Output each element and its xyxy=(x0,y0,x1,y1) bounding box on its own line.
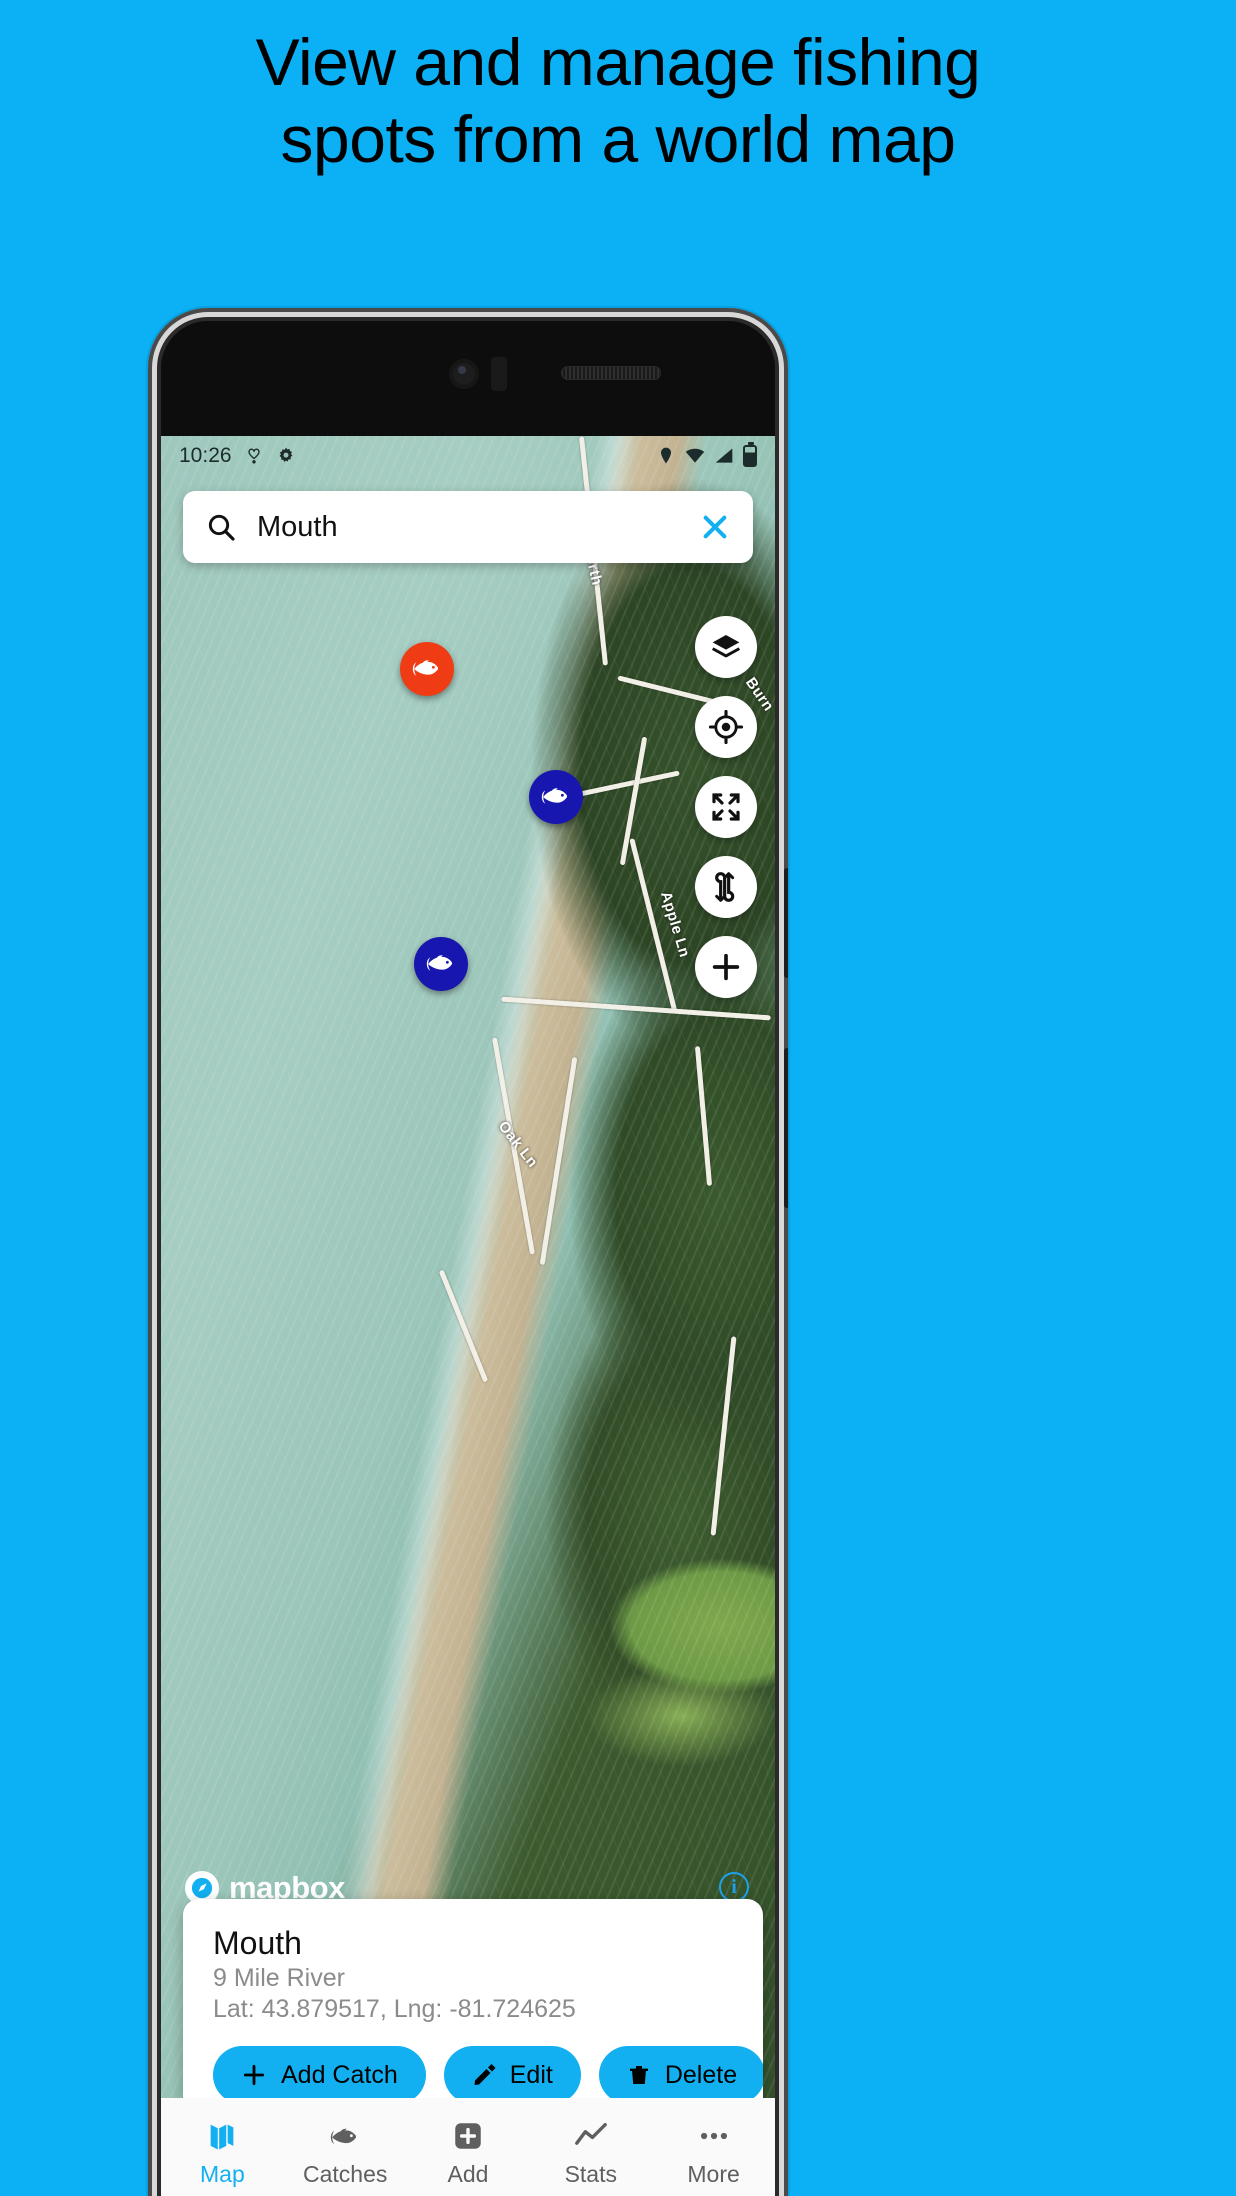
map-road xyxy=(539,1056,578,1266)
route-icon xyxy=(715,872,735,902)
edit-button[interactable]: Edit xyxy=(443,2046,581,2104)
crosshair-icon xyxy=(709,710,743,744)
edit-label: Edit xyxy=(509,2060,553,2089)
expand-icon xyxy=(712,793,740,821)
gear-icon xyxy=(279,447,292,462)
nav-item-stats[interactable]: Stats xyxy=(529,2119,652,2188)
fish-icon xyxy=(426,955,453,971)
spot-title: Mouth xyxy=(213,1925,302,1961)
trash-icon xyxy=(629,2066,648,2084)
add-spot-button[interactable] xyxy=(695,936,757,998)
track-route-button[interactable] xyxy=(695,856,757,918)
road-label: Apple Ln xyxy=(656,889,694,960)
delete-label: Delete xyxy=(664,2060,738,2089)
heart-icon xyxy=(247,448,260,464)
map-road xyxy=(438,1269,489,1383)
earpiece-speaker xyxy=(561,366,661,380)
chart-line-icon xyxy=(574,2122,607,2145)
fish-icon xyxy=(331,2128,357,2144)
nav-label-stats: Stats xyxy=(564,2160,617,2187)
page-title: View and manage fishing spots from a wor… xyxy=(0,24,1236,178)
spot-actions: Add Catch Edit Delete xyxy=(183,2024,763,2104)
map-road xyxy=(694,1046,713,1186)
app-screen: North Burn Apple Ln Oak Ln 10:26 Mouth m… xyxy=(161,436,775,2196)
map-road xyxy=(629,838,678,1014)
pencil-icon xyxy=(474,2064,496,2085)
wifi-icon xyxy=(685,448,705,463)
nav-item-more[interactable]: More xyxy=(652,2119,775,2188)
phone-screen-frame: North Burn Apple Ln Oak Ln 10:26 Mouth m… xyxy=(161,321,775,2196)
map-road xyxy=(710,1336,737,1536)
map-road xyxy=(501,996,771,1021)
location-icon xyxy=(661,447,671,464)
plus-square-icon xyxy=(455,2122,481,2149)
map-controls xyxy=(695,616,757,998)
nav-label-add: Add xyxy=(447,2160,489,2187)
search-bar[interactable]: Mouth xyxy=(183,491,753,563)
search-icon xyxy=(208,514,235,541)
nav-item-add[interactable]: Add xyxy=(407,2119,530,2188)
nav-label-more: More xyxy=(687,2160,740,2187)
nav-item-catches[interactable]: Catches xyxy=(284,2119,407,2188)
headline-line-2: spots from a world map xyxy=(280,102,956,177)
my-location-button[interactable] xyxy=(695,696,757,758)
plus-icon xyxy=(712,953,740,981)
phone-power-button xyxy=(784,1048,788,1208)
ellipsis-icon xyxy=(700,2132,727,2139)
layers-icon xyxy=(711,635,741,658)
search-input[interactable]: Mouth xyxy=(257,511,679,544)
phone-volume-button xyxy=(784,868,788,978)
nav-label-map: Map xyxy=(200,2160,245,2187)
status-bar-right-icons xyxy=(656,442,757,467)
battery-icon xyxy=(743,442,757,467)
headline-line-1: View and manage fishing xyxy=(255,25,981,99)
map-layers-button[interactable] xyxy=(695,616,757,678)
add-catch-button[interactable]: Add Catch xyxy=(213,2046,426,2104)
nav-label-catches: Catches xyxy=(303,2160,388,2187)
info-icon[interactable]: i xyxy=(719,1872,749,1902)
status-bar: 10:26 xyxy=(161,436,775,476)
road-label: Oak Ln xyxy=(494,1118,542,1171)
delete-button[interactable]: Delete xyxy=(598,2046,763,2104)
map-marker-spot[interactable] xyxy=(400,642,454,696)
nav-item-map[interactable]: Map xyxy=(161,2119,284,2188)
fish-icon xyxy=(541,788,568,804)
map-road xyxy=(619,736,648,866)
map-road xyxy=(491,1037,536,1255)
bottom-navigation: Map Catches Add Stats More xyxy=(161,2098,775,2196)
signal-icon xyxy=(715,448,733,463)
front-camera xyxy=(449,359,479,389)
status-bar-time: 10:26 xyxy=(179,444,232,467)
add-catch-label: Add Catch xyxy=(281,2060,398,2089)
phone-mockup: North Burn Apple Ln Oak Ln 10:26 Mouth m… xyxy=(148,308,788,2196)
fish-icon xyxy=(412,660,439,676)
map-marker-spot[interactable] xyxy=(414,937,468,991)
plus-icon xyxy=(243,2064,265,2086)
map-icon xyxy=(211,2124,234,2149)
spot-coordinates: Lat: 43.879517, Lng: -81.724625 xyxy=(213,1995,576,2023)
fullscreen-button[interactable] xyxy=(695,776,757,838)
close-icon[interactable] xyxy=(699,511,731,543)
map-marker-spot[interactable] xyxy=(529,770,583,824)
spot-body-of-water: 9 Mile River xyxy=(213,1964,345,1992)
front-sensor xyxy=(491,357,507,391)
